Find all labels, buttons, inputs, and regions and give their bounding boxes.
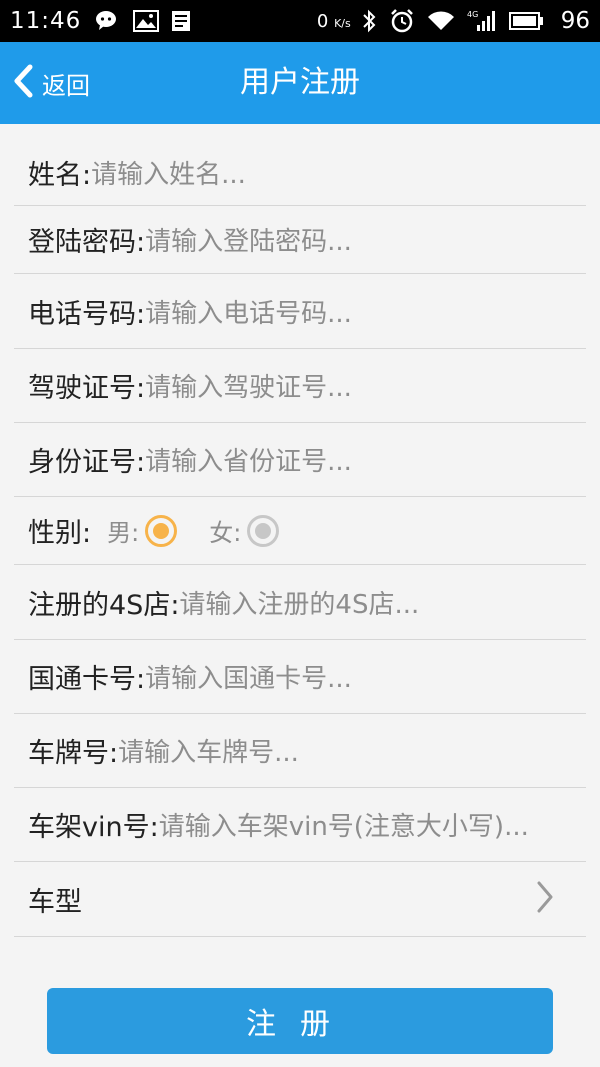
field-label: 姓名: [28, 160, 92, 191]
page-title: 用户注册 [240, 65, 360, 100]
news-icon [171, 10, 191, 32]
vin-input[interactable]: 请输入车架vin号(注意大小写)... [159, 806, 529, 843]
male-radio[interactable] [145, 514, 178, 547]
phone-input[interactable]: 请输入电话号码... [145, 293, 352, 330]
wifi-icon [427, 10, 455, 32]
plate-field[interactable]: 车牌号: 请输入车牌号... [14, 714, 586, 788]
net-speed: 0 K/s [317, 11, 351, 32]
bluetooth-icon [361, 9, 377, 33]
field-label: 登陆密码: [28, 227, 146, 258]
name-field[interactable]: 姓名: 请输入姓名... [14, 140, 586, 206]
status-bar: 11:46 0 K/s 4G 96 [0, 0, 600, 42]
field-label: 驾驶证号: [28, 373, 146, 404]
male-label: 男: [107, 519, 140, 547]
password-input[interactable]: 请输入登陆密码... [145, 221, 352, 258]
car-model-label: 车型 [28, 886, 82, 918]
image-icon [133, 10, 160, 32]
driver-license-field[interactable]: 驾驶证号: 请输入驾驶证号... [14, 349, 586, 423]
id-card-input[interactable]: 请输入省份证号... [145, 441, 352, 478]
name-input[interactable]: 请输入姓名... [91, 154, 246, 191]
status-time: 11:46 [10, 8, 82, 34]
field-label: 电话号码: [28, 298, 146, 330]
id-card-field[interactable]: 身份证号: 请输入省份证号... [14, 423, 586, 497]
chevron-left-icon [12, 64, 34, 102]
register-button[interactable]: 注册 [47, 988, 553, 1054]
radio-dot [153, 522, 170, 539]
chevron-right-icon [536, 880, 554, 918]
password-field[interactable]: 登陆密码: 请输入登陆密码... [14, 206, 586, 274]
title-bar: 返回 用户注册 [0, 42, 600, 124]
gender-field: 性别: 男: 女: [14, 497, 586, 565]
dealer-field[interactable]: 注册的4S店: 请输入注册的4S店... [14, 565, 586, 640]
radio-dot [255, 522, 272, 539]
gender-label: 性别: [28, 518, 92, 549]
female-radio[interactable] [247, 514, 280, 547]
network-type: 4G [467, 10, 478, 19]
net-speed-value: 0 [316, 10, 329, 32]
field-label: 国通卡号: [28, 664, 146, 695]
field-label: 车架vin号: [28, 812, 159, 843]
card-number-field[interactable]: 国通卡号: 请输入国通卡号... [14, 640, 586, 714]
car-model-selector[interactable]: 车型 [14, 862, 586, 937]
vin-field[interactable]: 车架vin号: 请输入车架vin号(注意大小写)... [14, 788, 586, 862]
phone-field[interactable]: 电话号码: 请输入电话号码... [14, 274, 586, 349]
driver-license-input[interactable]: 请输入驾驶证号... [145, 367, 352, 404]
back-button[interactable]: 返回 [12, 42, 90, 124]
female-label: 女: [209, 519, 242, 547]
field-label: 车牌号: [28, 738, 119, 769]
card-number-input[interactable]: 请输入国通卡号... [145, 658, 352, 695]
signal-icon: 4G [467, 9, 497, 33]
field-label: 注册的4S店: [28, 589, 180, 621]
battery-level: 96 [560, 8, 590, 34]
back-label: 返回 [42, 71, 90, 100]
battery-icon [508, 12, 543, 30]
field-label: 身份证号: [28, 447, 146, 478]
dealer-input[interactable]: 请输入注册的4S店... [179, 584, 419, 621]
plate-input[interactable]: 请输入车牌号... [118, 732, 299, 769]
wechat-icon [95, 10, 121, 32]
net-speed-unit: K/s [334, 16, 351, 30]
alarm-icon [389, 8, 415, 34]
